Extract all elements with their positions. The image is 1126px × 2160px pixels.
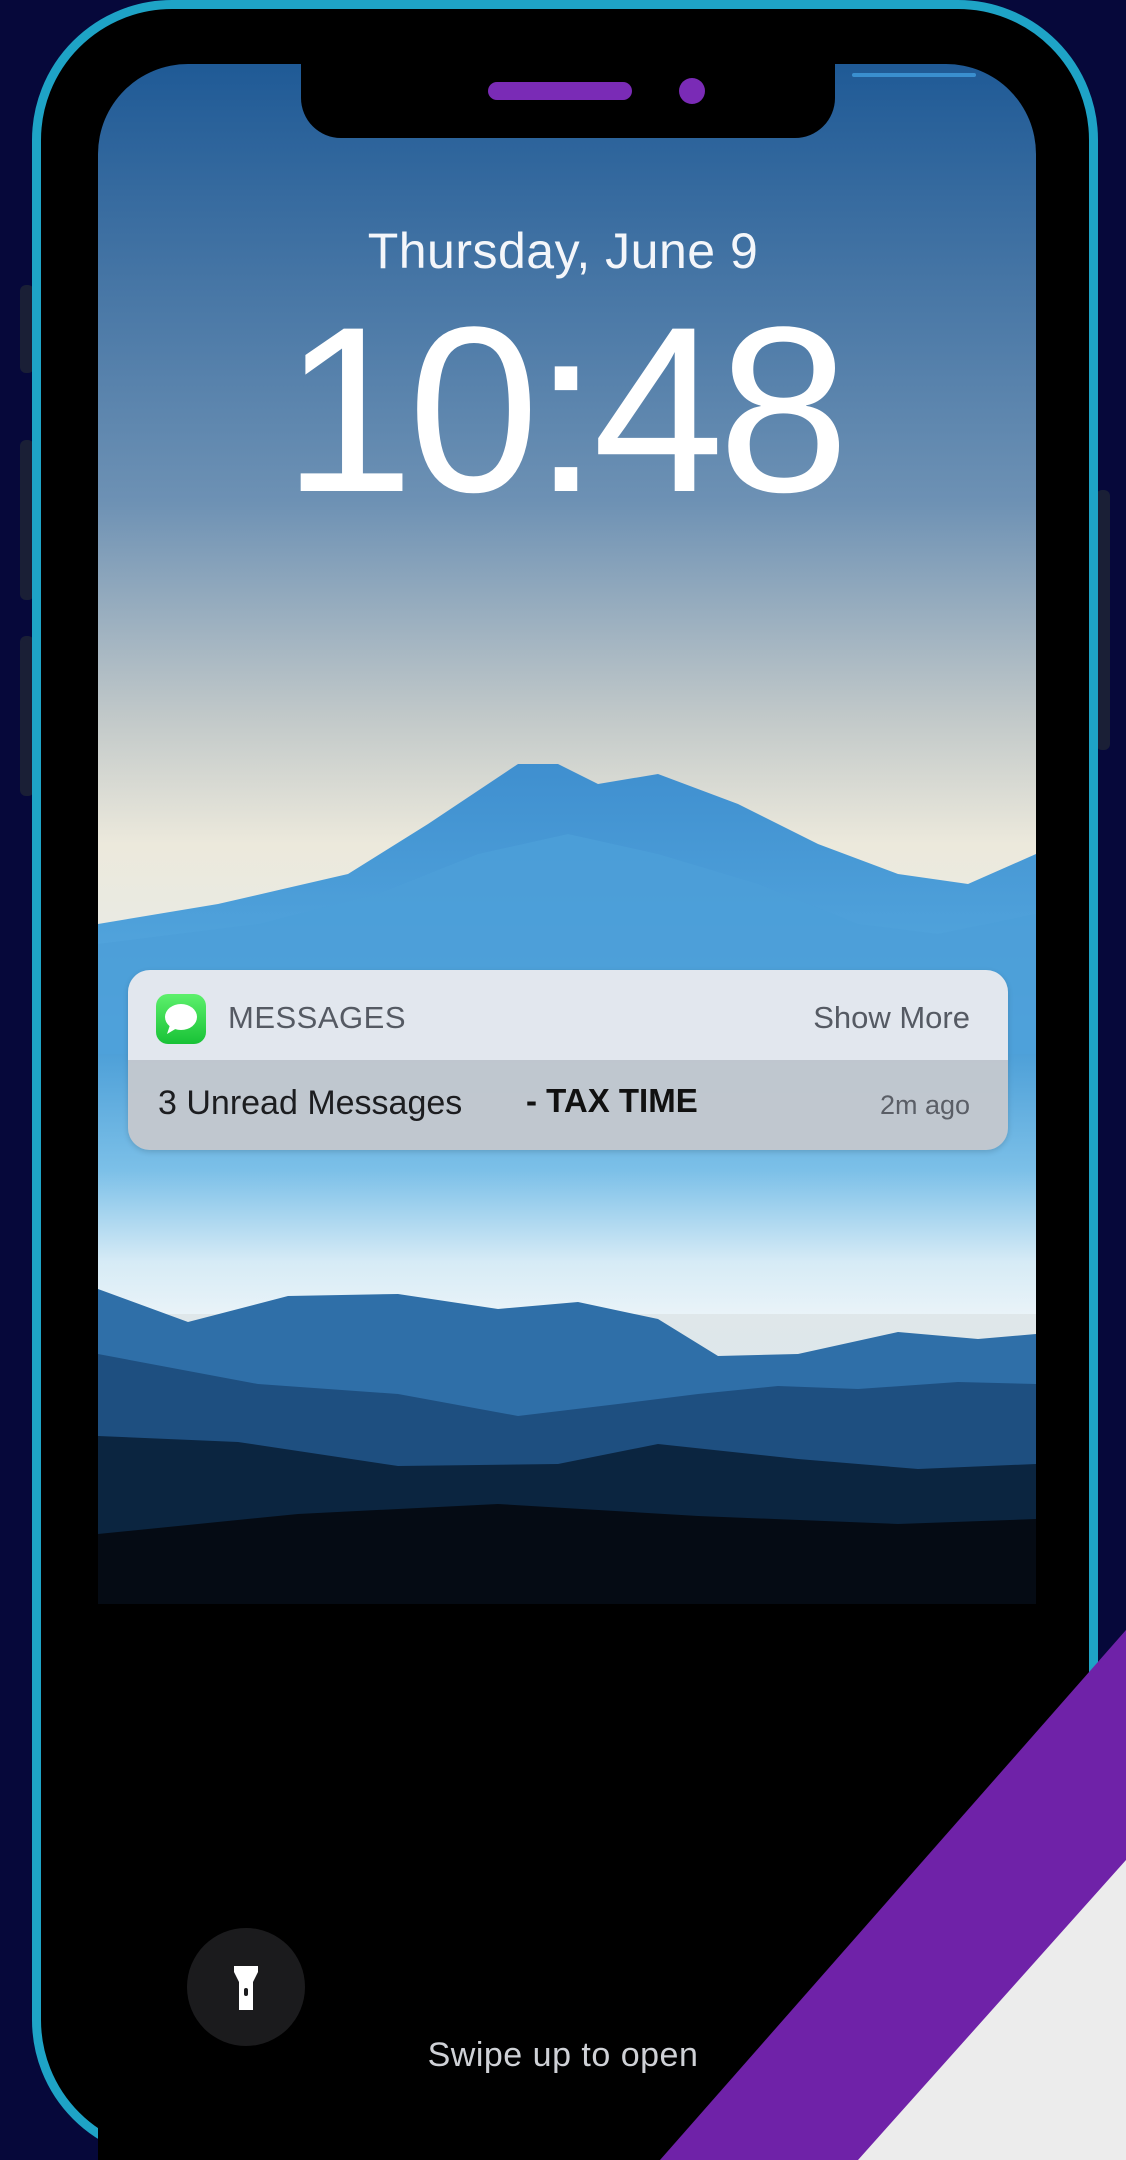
lock-screen-stage: Thursday, June 9 10:48 MESSAGES Show Mor…	[0, 0, 1126, 2160]
corner-decoration	[660, 1630, 1126, 2160]
